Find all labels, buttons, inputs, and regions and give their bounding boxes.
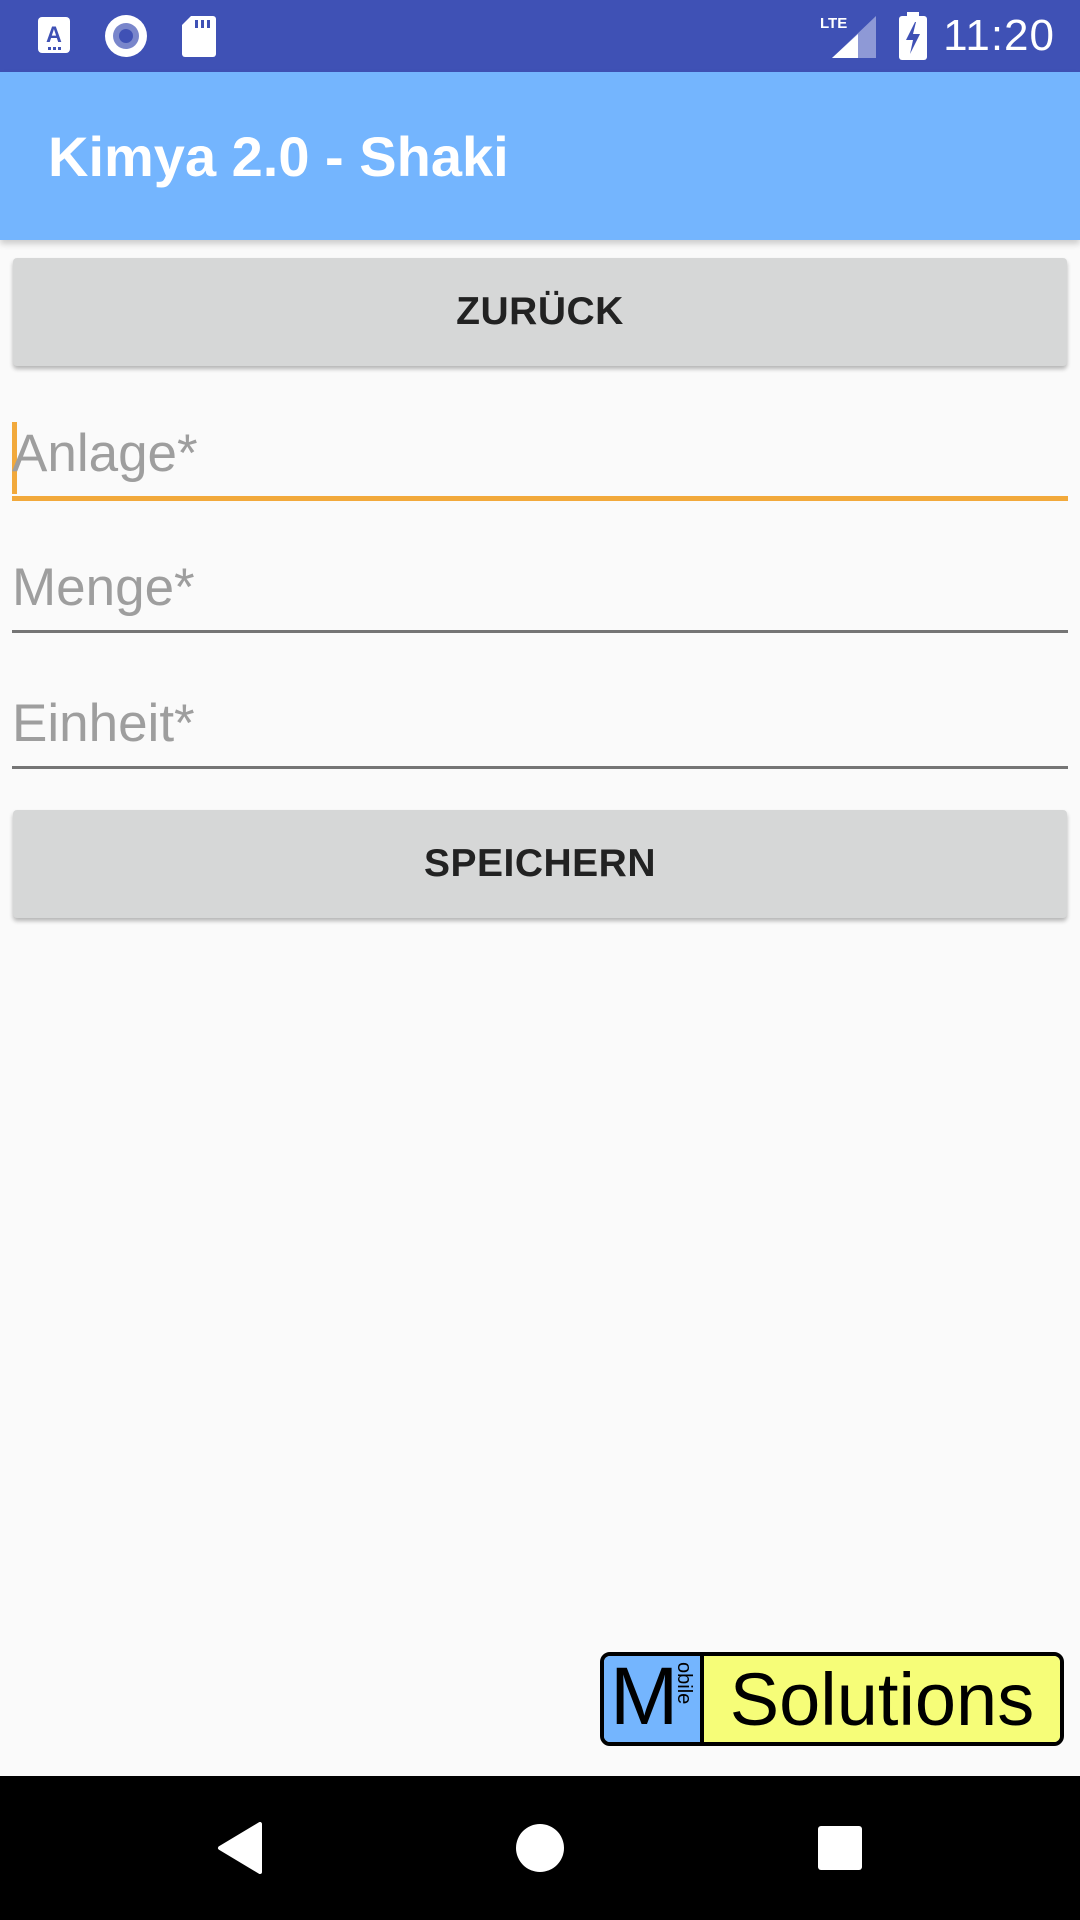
font-notification-icon: A bbox=[34, 0, 74, 72]
status-bar: A LTE 11:20 bbox=[0, 0, 1080, 72]
anlage-input[interactable] bbox=[12, 416, 1068, 496]
home-circle-icon[interactable] bbox=[480, 1776, 600, 1920]
mobile-solutions-logo: M obile Solutions bbox=[600, 1652, 1064, 1746]
status-time: 11:20 bbox=[943, 11, 1055, 60]
einheit-field[interactable] bbox=[12, 686, 1068, 769]
anlage-field[interactable] bbox=[12, 416, 1068, 501]
lte-signal-icon: LTE bbox=[818, 0, 878, 72]
logo-left-block: M obile bbox=[604, 1656, 704, 1742]
recents-square-icon[interactable] bbox=[780, 1776, 900, 1920]
einheit-input[interactable] bbox=[12, 686, 1068, 766]
record-notification-icon bbox=[102, 0, 150, 72]
app-bar: Kimya 2.0 - Shaki bbox=[0, 72, 1080, 240]
svg-text:A: A bbox=[46, 22, 62, 47]
save-button[interactable]: SPEICHERN bbox=[13, 810, 1067, 918]
menge-input[interactable] bbox=[12, 550, 1068, 630]
back-triangle-icon[interactable] bbox=[180, 1776, 300, 1920]
svg-text:LTE: LTE bbox=[820, 15, 847, 32]
back-button[interactable]: ZURÜCK bbox=[13, 258, 1067, 366]
navigation-bar bbox=[0, 1776, 1080, 1920]
logo-letter: M bbox=[610, 1652, 679, 1742]
logo-vertical-text: obile bbox=[673, 1662, 695, 1705]
sd-card-icon bbox=[180, 0, 218, 72]
menge-field[interactable] bbox=[12, 550, 1068, 633]
app-title: Kimya 2.0 - Shaki bbox=[48, 124, 509, 188]
battery-charging-icon bbox=[896, 0, 930, 72]
logo-word: Solutions bbox=[704, 1656, 1060, 1742]
